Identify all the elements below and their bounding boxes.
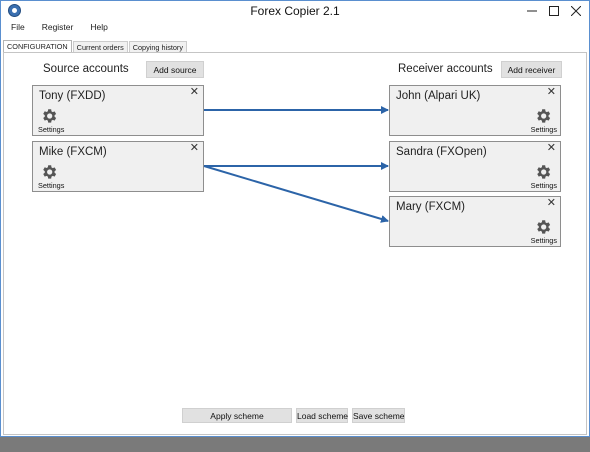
account-name: Sandra (FXOpen) [396,146,487,158]
source-account-card[interactable]: Mike (FXCM) ✕ Settings [32,141,204,192]
minimize-icon[interactable] [521,1,543,21]
close-icon[interactable]: ✕ [547,142,556,154]
gear-icon[interactable] [534,163,552,181]
close-icon[interactable]: ✕ [190,142,199,154]
receiver-accounts-title: Receiver accounts [398,63,493,75]
load-scheme-button[interactable]: Load scheme [296,408,348,423]
save-scheme-button[interactable]: Save scheme [352,408,405,423]
account-name: Mike (FXCM) [39,146,107,158]
menu-bar: File Register Help [1,20,589,36]
account-name: Mary (FXCM) [396,201,465,213]
settings-label[interactable]: Settings [38,181,64,190]
add-source-button[interactable]: Add source [146,61,204,78]
close-icon[interactable]: ✕ [547,86,556,98]
gear-icon[interactable] [40,163,58,181]
title-bar: Forex Copier 2.1 [1,1,589,21]
settings-label[interactable]: Settings [38,125,64,134]
source-account-card[interactable]: Tony (FXDD) ✕ Settings [32,85,204,136]
gear-icon[interactable] [534,218,552,236]
receiver-account-card[interactable]: Mary (FXCM) ✕ Settings [389,196,561,247]
gear-icon[interactable] [534,107,552,125]
window-controls [521,1,587,21]
close-icon[interactable]: ✕ [190,86,199,98]
account-name: John (Alpari UK) [396,90,481,102]
app-window: Forex Copier 2.1 File Register Help CONF… [0,0,590,437]
receiver-account-card[interactable]: Sandra (FXOpen) ✕ Settings [389,141,561,192]
source-accounts-title: Source accounts [43,63,129,75]
close-window-icon[interactable] [565,1,587,21]
menu-help[interactable]: Help [80,20,114,36]
settings-label[interactable]: Settings [531,236,557,245]
receiver-account-card[interactable]: John (Alpari UK) ✕ Settings [389,85,561,136]
menu-file[interactable]: File [1,20,32,36]
window-title: Forex Copier 2.1 [250,4,340,18]
settings-label[interactable]: Settings [531,181,557,190]
gear-icon[interactable] [40,107,58,125]
menu-register[interactable]: Register [32,20,81,36]
maximize-icon[interactable] [543,1,565,21]
settings-label[interactable]: Settings [531,125,557,134]
add-receiver-button[interactable]: Add receiver [501,61,562,78]
account-name: Tony (FXDD) [39,90,106,102]
apply-scheme-button[interactable]: Apply scheme [182,408,292,423]
close-icon[interactable]: ✕ [547,197,556,209]
